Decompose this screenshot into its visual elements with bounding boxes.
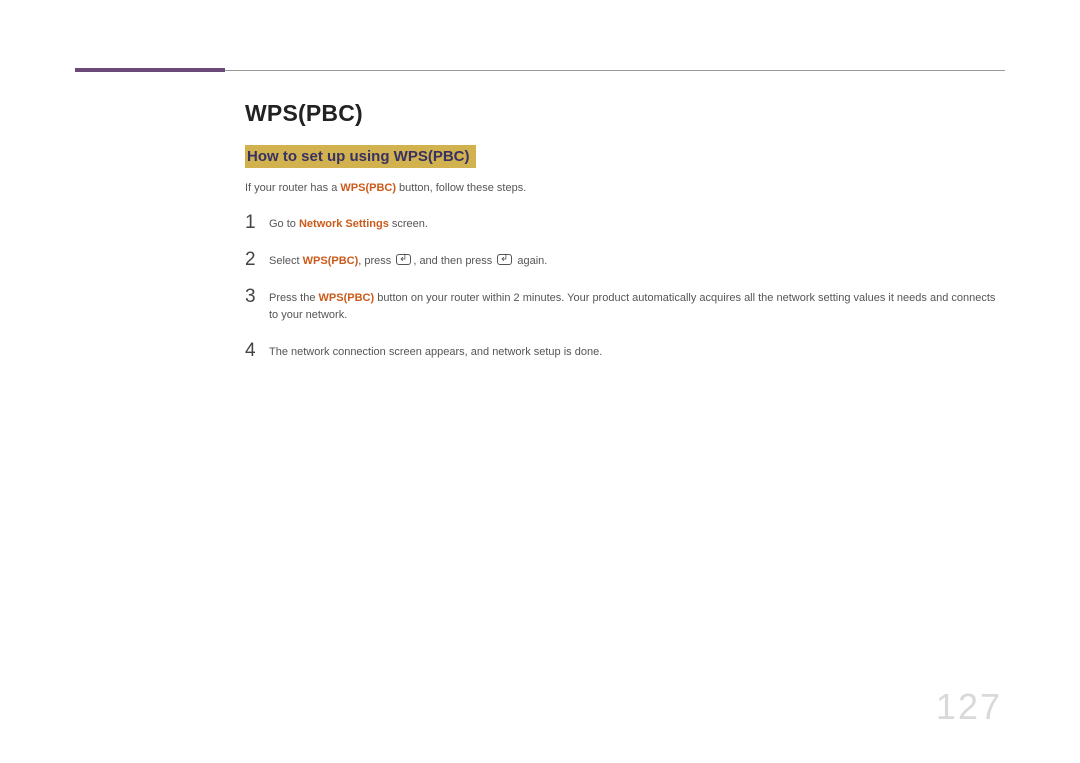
section-subheading: How to set up using WPS(PBC) [245,145,476,168]
step-number: 2 [245,249,269,269]
step-text: Press the WPS(PBC) button on your router… [269,286,1005,324]
steps-list: 1 Go to Network Settings screen. 2 Selec… [245,212,1005,361]
step-item-1: 1 Go to Network Settings screen. [245,212,1005,233]
page-heading: WPS(PBC) [245,100,1005,127]
step3-c: button on your router within 2 minutes. … [269,292,995,321]
intro-suffix: button, follow these steps. [396,182,526,194]
step3-a: Press the [269,292,319,304]
step-item-3: 3 Press the WPS(PBC) button on your rout… [245,286,1005,324]
step1-c: screen. [389,218,428,230]
step-text: Select WPS(PBC), press , and then press … [269,249,547,270]
step4-a: The network connection screen appears, a… [269,346,602,358]
step2-c: , press [358,255,394,267]
intro-strong: WPS(PBC) [340,182,396,194]
step2-e: again. [514,255,547,267]
step-number: 1 [245,212,269,232]
step-number: 4 [245,340,269,360]
step-text: The network connection screen appears, a… [269,340,602,361]
intro-text: If your router has a WPS(PBC) button, fo… [245,182,1005,194]
enter-icon [396,254,411,265]
top-accent-bar [75,68,225,72]
step2-b: WPS(PBC) [303,255,359,267]
step2-a: Select [269,255,303,267]
step-item-4: 4 The network connection screen appears,… [245,340,1005,361]
step-number: 3 [245,286,269,306]
enter-icon [497,254,512,265]
step1-b: Network Settings [299,218,389,230]
step2-d: , and then press [413,255,495,267]
intro-prefix: If your router has a [245,182,340,194]
content-area: WPS(PBC) How to set up using WPS(PBC) If… [245,100,1005,377]
step-text: Go to Network Settings screen. [269,212,428,233]
step1-a: Go to [269,218,299,230]
step3-b: WPS(PBC) [319,292,375,304]
page-number: 127 [936,686,1002,728]
step-item-2: 2 Select WPS(PBC), press , and then pres… [245,249,1005,270]
